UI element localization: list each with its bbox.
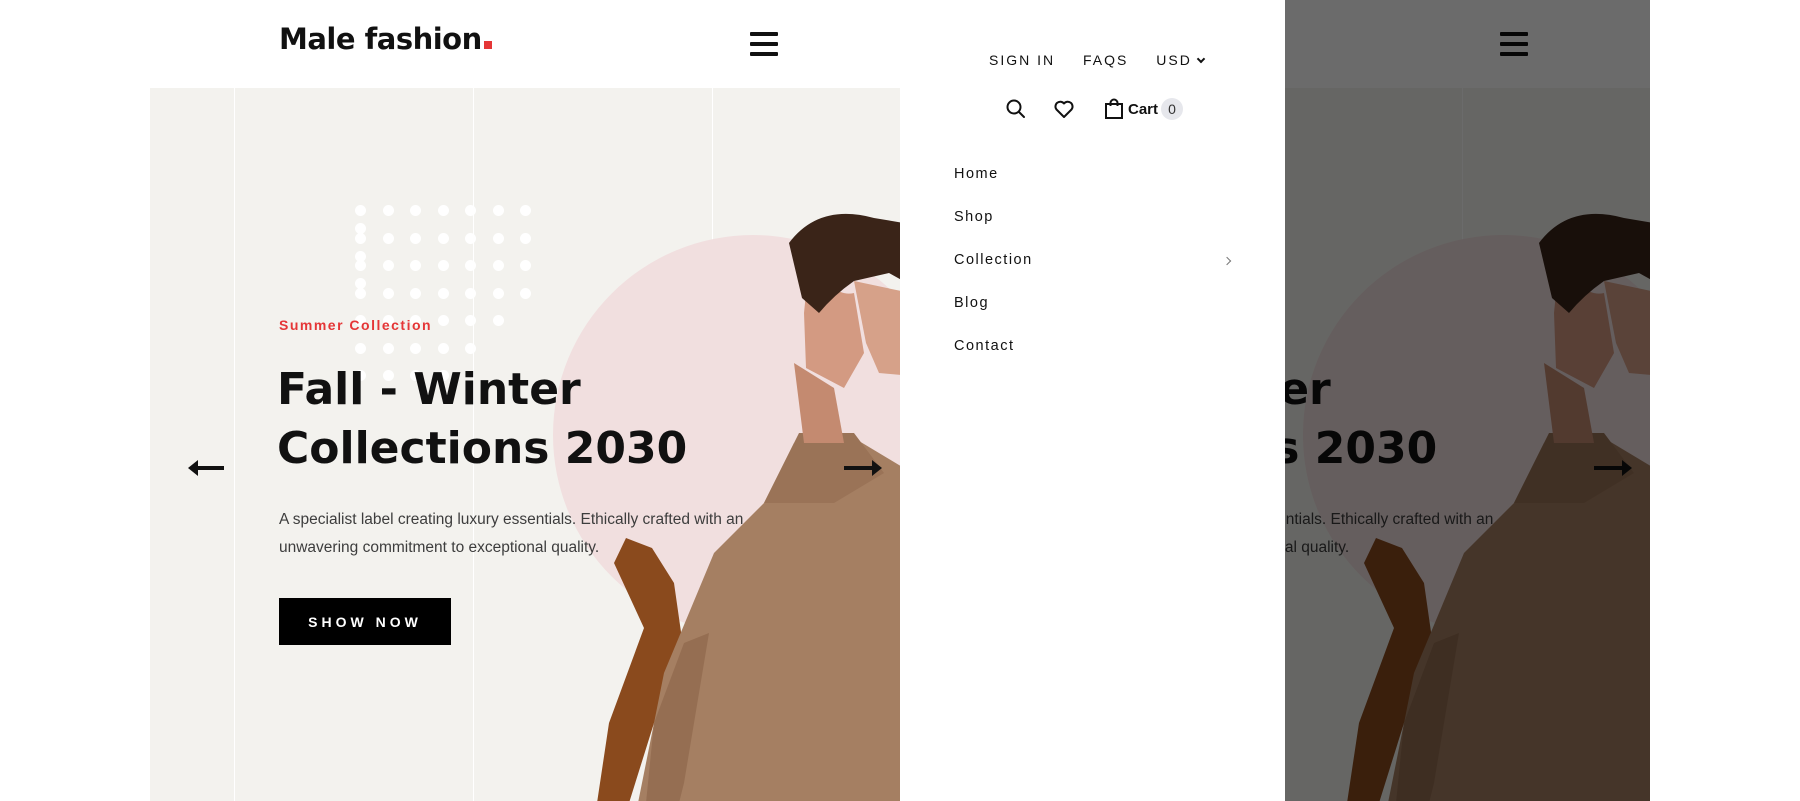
nav-item-home[interactable]: Home [954, 166, 1234, 209]
offcanvas-nav: Home Shop Collection Blog Contact [954, 166, 1234, 381]
logo-dot [483, 41, 492, 49]
sign-in-link[interactable]: SIGN IN [989, 52, 1055, 68]
hero-slider: Summer Collection Fall - Winter Collecti… [150, 88, 900, 801]
slider-next-arrow-right-icon[interactable] [844, 460, 882, 476]
shopping-bag-icon [1105, 98, 1123, 119]
logo-text: Male fashion [279, 22, 482, 56]
nav-item-contact[interactable]: Contact [954, 338, 1234, 381]
heart-icon[interactable] [1052, 97, 1076, 121]
hero-description-line2: unwavering commitment to exceptional qua… [279, 539, 600, 556]
cart-label: Cart [1128, 100, 1159, 118]
nav-item-label: Collection [954, 252, 1033, 268]
show-now-button[interactable]: SHOW NOW [279, 598, 451, 645]
hero-subtitle: Summer Collection [279, 317, 433, 333]
hero-title-line1: Fall - Winter [277, 364, 581, 415]
menu-toggle-hamburger-icon[interactable] [750, 32, 778, 58]
cart-link[interactable]: Cart 0 [1104, 97, 1184, 121]
nav-item-blog[interactable]: Blog [954, 295, 1234, 338]
hero-title-line2: Collections 2030 [277, 423, 688, 474]
chevron-right-icon [1222, 256, 1232, 266]
nav-item-shop[interactable]: Shop [954, 209, 1234, 252]
currency-selector[interactable]: USD [1156, 52, 1206, 68]
currency-value: USD [1156, 52, 1192, 68]
grid-line [234, 88, 235, 801]
hero-title: Fall - Winter Collections 2030 [277, 360, 697, 478]
chevron-down-icon [1196, 54, 1206, 64]
faqs-link[interactable]: FAQS [1083, 52, 1128, 68]
brand-logo[interactable]: Male fashion [279, 22, 492, 56]
site-header: Male fashion [150, 0, 900, 88]
cart-count-badge: 0 [1161, 98, 1184, 120]
search-icon[interactable] [1004, 97, 1028, 121]
hero-description-line1: A specialist label creating luxury essen… [279, 511, 744, 528]
nav-item-collection[interactable]: Collection [954, 252, 1234, 295]
offcanvas-menu: SIGN IN FAQS USD Cart 0 Home Shop Collec… [900, 0, 1285, 801]
hero-model-image [597, 213, 900, 801]
page-viewport-menu-open: Male fashion Summ [900, 0, 1650, 801]
page-viewport-main: Male fashion Summer Collection Fall - Wi… [150, 0, 900, 801]
offcanvas-top-links: SIGN IN FAQS USD [989, 52, 1206, 68]
hero-description: A specialist label creating luxury essen… [279, 506, 819, 562]
slider-prev-arrow-left-icon[interactable] [188, 460, 226, 476]
